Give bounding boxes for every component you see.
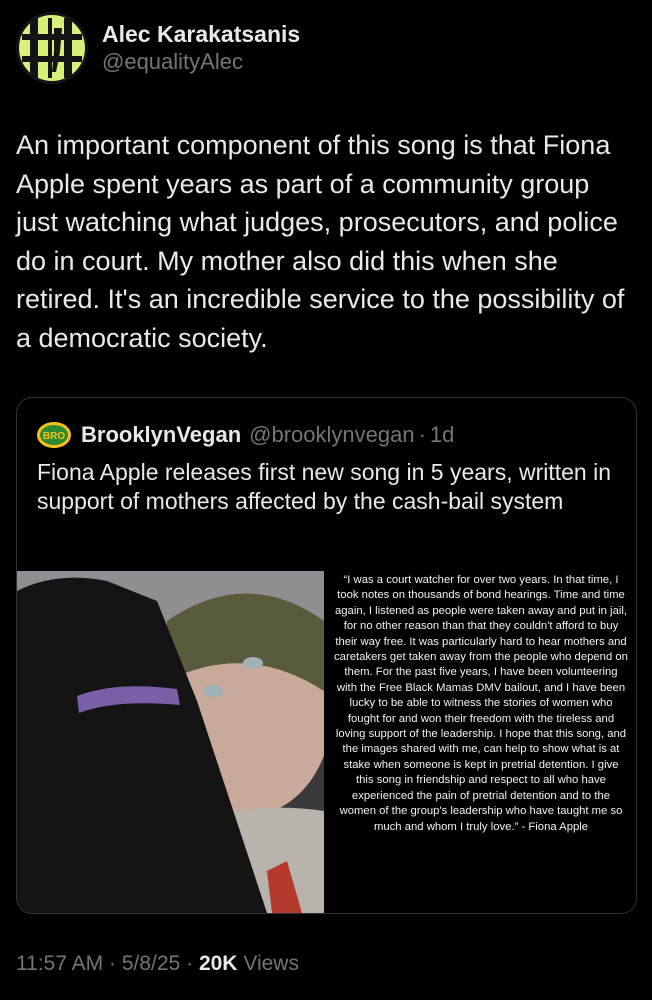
quote-logo-text: BRO xyxy=(43,431,65,442)
author-display-name[interactable]: Alec Karakatsanis xyxy=(102,20,300,48)
quote-photo[interactable] xyxy=(17,571,324,913)
quote-tweet-card[interactable]: BRO BrooklynVegan @brooklynvegan · 1d Fi… xyxy=(16,397,637,914)
tweet-meta: 11:57 AM · 5/8/25 · 20K Views xyxy=(16,952,299,976)
quote-display-name[interactable]: BrooklynVegan xyxy=(81,422,241,448)
avatar-image xyxy=(16,12,88,84)
quote-avatar[interactable]: BRO xyxy=(37,422,71,448)
views-count: 20K xyxy=(198,952,238,975)
tweet-date[interactable]: 5/8/25 xyxy=(122,952,180,975)
photo-woman-with-dog xyxy=(17,571,324,913)
meta-separator: · xyxy=(109,952,117,975)
tweet-text: An important component of this song is t… xyxy=(16,130,625,353)
quote-media[interactable]: “I was a court watcher for over two year… xyxy=(17,571,636,913)
quote-text: Fiona Apple releases first new song in 5… xyxy=(37,459,612,514)
quote-header: BRO BrooklynVegan @brooklynvegan · 1d xyxy=(37,420,454,450)
quote-statement-image: “I was a court watcher for over two year… xyxy=(324,571,636,913)
quote-separator: · xyxy=(418,422,426,447)
tweet-time[interactable]: 11:57 AM xyxy=(16,952,103,975)
tweet-author[interactable]: Alec Karakatsanis @equalityAlec xyxy=(16,10,300,86)
brooklynvegan-logo-icon: BRO xyxy=(37,422,71,448)
quote-timestamp[interactable]: 1d xyxy=(430,422,454,448)
author-avatar[interactable] xyxy=(16,12,88,84)
views-label: Views xyxy=(243,952,299,975)
quote-handle[interactable]: @brooklynvegan xyxy=(249,422,414,448)
author-handle[interactable]: @equalityAlec xyxy=(102,48,300,76)
meta-separator: · xyxy=(186,952,194,975)
